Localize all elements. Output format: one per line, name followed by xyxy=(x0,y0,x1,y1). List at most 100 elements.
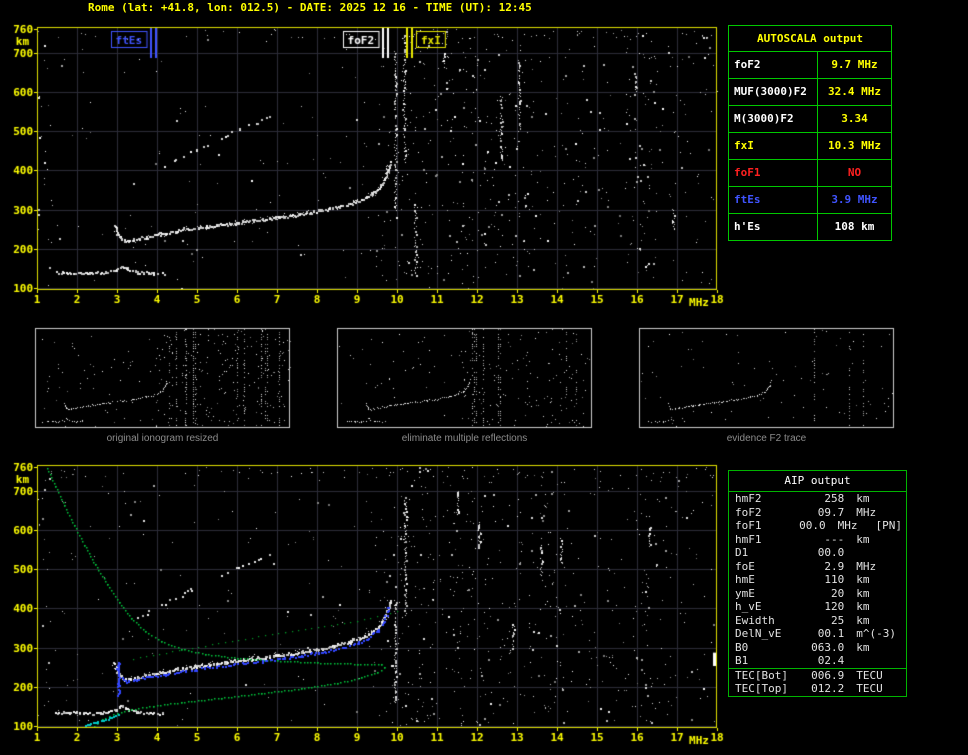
param-value: 006.9 xyxy=(811,668,845,682)
param-flag xyxy=(902,669,906,683)
param-label: M(3000)F2 xyxy=(729,106,818,132)
param-value: 00.1 xyxy=(817,627,845,640)
table-row: fxI 10.3 MHz xyxy=(729,133,891,160)
table-row: ymE 20 km xyxy=(729,587,906,601)
param-unit: km xyxy=(856,573,870,586)
param-unit: MHz xyxy=(837,519,858,532)
param-flag xyxy=(902,614,906,628)
param-value: 25 xyxy=(831,613,845,627)
param-flag xyxy=(902,560,906,574)
param-value: 108 km xyxy=(834,220,875,233)
param-name: D1 xyxy=(735,546,749,559)
param-value: 00.0 xyxy=(799,519,826,532)
table-row: foF2 9.7 MHz xyxy=(729,52,891,79)
param-name: foF2 xyxy=(735,505,762,519)
param-name: TEC[Top] xyxy=(735,682,788,695)
param-flag xyxy=(902,492,906,506)
param-value: 09.7 xyxy=(817,505,845,519)
param-unit xyxy=(844,654,902,668)
aip-title: AIP output xyxy=(729,471,906,492)
param-flag xyxy=(902,682,906,696)
table-row: hmF2 258 km xyxy=(729,492,906,506)
param-unit: km xyxy=(856,600,870,613)
param-value: --- xyxy=(824,532,845,546)
param-value: 3.9 MHz xyxy=(831,193,878,206)
param-flag xyxy=(902,506,906,520)
param-name: hmE xyxy=(735,573,755,586)
param-unit: MHz xyxy=(856,505,877,519)
param-name: Ewidth xyxy=(735,613,775,627)
table-row: h'Es 108 km xyxy=(729,214,891,240)
param-flag xyxy=(902,587,906,601)
param-flag xyxy=(902,627,906,641)
table-row: M(3000)F2 3.34 xyxy=(729,106,891,133)
param-value: 2.9 xyxy=(824,559,845,573)
param-value: 00.0 xyxy=(817,546,845,559)
aip-rows: hmF2 258 km foF2 09.7 MHz foF1 00.0 MHz [PN] hmF1-… xyxy=(729,492,906,696)
param-value: 3.34 xyxy=(841,112,868,125)
page-title: Rome (lat: +41.8, lon: 012.5) - DATE: 20… xyxy=(88,1,532,14)
table-row: B0 063.0 km xyxy=(729,641,906,655)
table-row: ftEs 3.9 MHz xyxy=(729,187,891,214)
param-value: 32.4 MHz xyxy=(828,85,881,98)
param-unit: km xyxy=(856,640,870,654)
param-label: fxI xyxy=(729,133,818,159)
param-value: 02.4 xyxy=(817,654,845,667)
param-label: foF1 xyxy=(729,160,818,186)
param-unit: MHz xyxy=(856,559,877,573)
thumbnail-caption: original ionogram resized xyxy=(106,433,219,444)
param-unit: TECU xyxy=(856,682,883,695)
param-label: MUF(3000)F2 xyxy=(729,79,818,105)
param-name: hmF1 xyxy=(735,532,762,546)
param-flag xyxy=(902,533,906,547)
param-value: 120 xyxy=(824,600,845,613)
table-row: foF1 NO xyxy=(729,160,891,187)
param-flag xyxy=(902,641,906,655)
table-row: B1 02.4 xyxy=(729,654,906,668)
param-value: 10.3 MHz xyxy=(828,139,881,152)
param-name: B0 xyxy=(735,640,749,654)
param-name: foE xyxy=(735,559,755,573)
param-unit: km xyxy=(856,532,870,546)
param-unit: m^(-3) xyxy=(856,627,897,640)
table-row: TEC[Top] 012.2 TECU xyxy=(729,682,906,696)
thumbnail-caption: evidence F2 trace xyxy=(726,433,807,444)
param-name: h_vE xyxy=(735,600,762,613)
table-row: D1 00.0 xyxy=(729,546,906,560)
param-value: NO xyxy=(847,166,862,179)
autoscala-output-panel: AUTOSCALA output foF2 9.7 MHz MUF(3000)F… xyxy=(728,25,892,241)
table-row: foF2 09.7 MHz xyxy=(729,506,906,520)
param-flag xyxy=(902,546,906,560)
param-name: ymE xyxy=(735,586,755,600)
param-value: 20 xyxy=(831,586,845,600)
table-row: MUF(3000)F2 32.4 MHz xyxy=(729,79,891,106)
param-name: TEC[Bot] xyxy=(735,668,788,682)
param-unit xyxy=(844,546,902,560)
param-name: B1 xyxy=(735,654,749,667)
table-row: hmE 110 km xyxy=(729,573,906,587)
param-flag: [PN] xyxy=(875,519,903,532)
autoscala-title: AUTOSCALA output xyxy=(729,26,891,52)
param-value: 110 xyxy=(824,573,845,586)
param-flag xyxy=(902,600,906,614)
param-unit: km xyxy=(856,492,870,505)
param-unit: km xyxy=(856,613,870,627)
param-label: ftEs xyxy=(729,187,818,213)
param-value: 012.2 xyxy=(811,682,845,695)
table-row: foF1 00.0 MHz [PN] xyxy=(729,519,906,533)
param-label: foF2 xyxy=(729,52,818,78)
param-name: hmF2 xyxy=(735,492,762,505)
table-row: TEC[Bot] 006.9 TECU xyxy=(729,667,906,683)
table-row: Ewidth 25 km xyxy=(729,614,906,628)
table-row: h_vE 120 km xyxy=(729,600,906,614)
table-row: DelN_vE 00.1 m^(-3) xyxy=(729,627,906,641)
param-name: foF1 xyxy=(735,519,762,532)
param-value: 063.0 xyxy=(811,640,845,654)
param-name: DelN_vE xyxy=(735,627,782,640)
param-value: 258 xyxy=(824,492,845,505)
table-row: foE 2.9 MHz xyxy=(729,560,906,574)
thumbnail-caption: eliminate multiple reflections xyxy=(401,433,528,444)
param-flag xyxy=(902,573,906,587)
param-value: 9.7 MHz xyxy=(831,58,878,71)
aip-output-panel: AIP output hmF2 258 km foF2 09.7 MHz foF1 00.0 M… xyxy=(728,470,907,697)
